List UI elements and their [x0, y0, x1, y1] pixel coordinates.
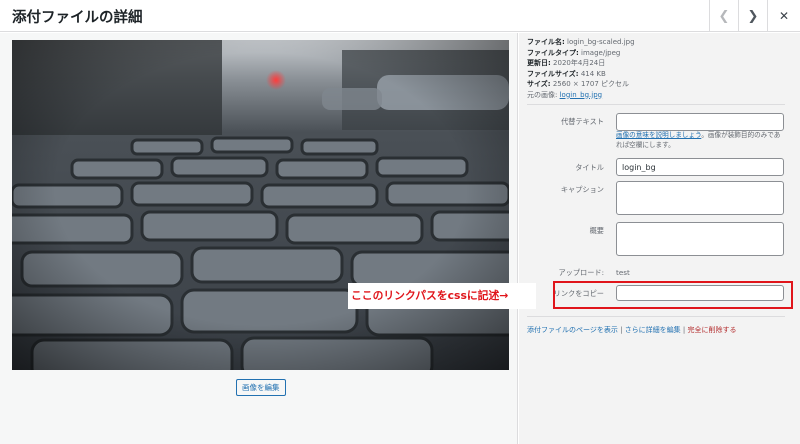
action-separator: |: [617, 326, 625, 334]
title-label: タイトル: [575, 163, 604, 172]
attachment-actions: 添付ファイルのページを表示 | さらに詳細を編集 | 完全に削除する: [527, 325, 737, 335]
original-image-link[interactable]: login_bg.jpg: [560, 91, 603, 99]
divider: [527, 104, 785, 105]
action-separator: |: [680, 326, 688, 334]
attachment-info-pane: ファイル名: login_bg-scaled.jpg ファイルタイプ: imag…: [519, 33, 800, 444]
annotation-highlight-box: [553, 281, 793, 309]
close-button[interactable]: ✕: [767, 0, 800, 32]
edit-image-button[interactable]: 画像を編集: [236, 379, 286, 396]
dimensions-label: サイズ:: [527, 80, 551, 88]
alt-text-help-link[interactable]: 画像の意味を説明しましょう: [616, 131, 701, 139]
modal-title: 添付ファイルの詳細: [12, 10, 143, 26]
title-input[interactable]: [616, 158, 784, 176]
annotation-callout: ここのリンクパスをcssに記述→: [348, 283, 536, 309]
caption-label: キャプション: [560, 185, 604, 194]
file-name-value: login_bg-scaled.jpg: [567, 38, 635, 46]
alt-text-label: 代替テキスト: [561, 117, 604, 126]
attachment-details-modal: 添付ファイルの詳細 ❮ ❯ ✕ 画像を編集 ファイル名: login_bg-sc…: [0, 0, 800, 444]
file-type-value: image/jpeg: [581, 48, 621, 57]
caption-textarea[interactable]: [616, 181, 784, 215]
dimensions-value: 2560 × 1707 ピクセル: [552, 80, 629, 88]
delete-permanently-link[interactable]: 完全に削除する: [688, 326, 737, 334]
attachment-image: [12, 40, 509, 370]
chevron-left-icon: ❮: [718, 8, 730, 24]
alt-text-input[interactable]: [616, 113, 784, 131]
view-attachment-page-link[interactable]: 添付ファイルのページを表示: [527, 326, 618, 334]
file-size-value: 414 KB: [580, 69, 606, 78]
uploaded-by-label: アップロード:: [558, 268, 604, 277]
file-size-label: ファイルサイズ:: [527, 69, 579, 78]
updated-label: 更新日:: [527, 59, 551, 67]
divider: [527, 316, 785, 317]
file-type-label: ファイルタイプ:: [527, 48, 579, 57]
alt-text-help: 画像の意味を説明しましょう。画像が装飾目的のみであれば空欄にします。: [616, 131, 786, 150]
modal-header: 添付ファイルの詳細 ❮ ❯ ✕: [0, 0, 800, 32]
description-textarea[interactable]: [616, 222, 784, 256]
close-icon: ✕: [778, 9, 790, 23]
edit-more-details-link[interactable]: さらに詳細を編集: [625, 326, 681, 334]
file-details: ファイル名: login_bg-scaled.jpg ファイルタイプ: imag…: [527, 37, 635, 100]
original-image-label: 元の画像:: [527, 90, 558, 99]
image-preview-pane: 画像を編集: [0, 33, 518, 444]
updated-value: 2020年4月24日: [553, 59, 606, 67]
previous-button[interactable]: ❮: [709, 0, 738, 32]
file-name-label: ファイル名:: [527, 38, 565, 46]
description-label: 概要: [589, 226, 604, 235]
next-button[interactable]: ❯: [738, 0, 767, 32]
uploaded-by-value: test: [616, 268, 630, 277]
chevron-right-icon: ❯: [747, 8, 759, 24]
